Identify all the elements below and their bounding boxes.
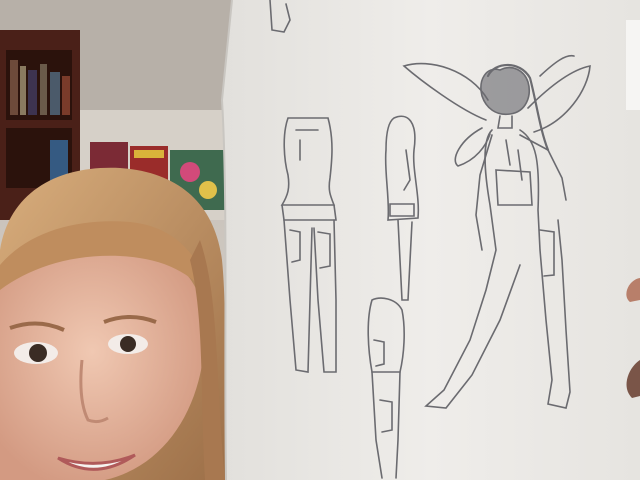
- person: [0, 167, 230, 480]
- webcam-photo: [0, 0, 640, 480]
